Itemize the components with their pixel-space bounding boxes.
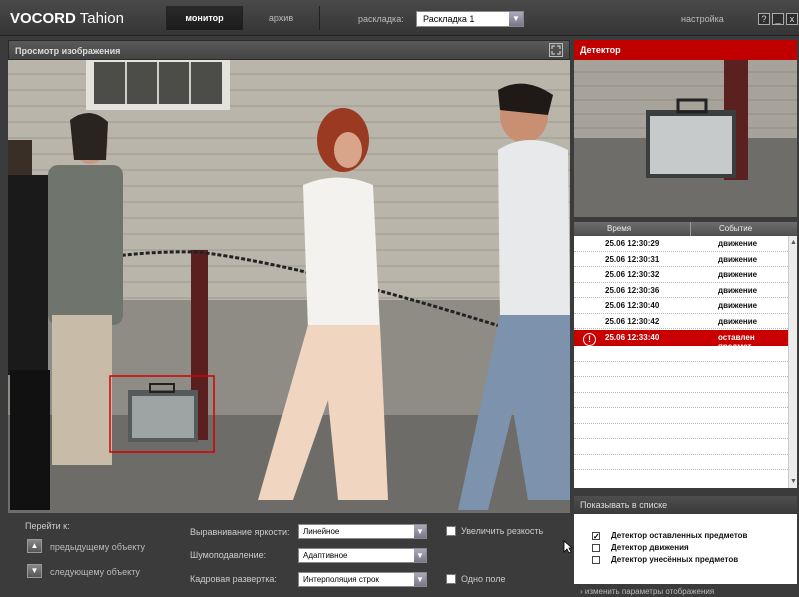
scroll-up-icon[interactable]: ▲	[789, 238, 797, 247]
single-field-checkbox[interactable]	[446, 574, 456, 584]
show-in-list-header: Показывать в списке	[574, 496, 797, 514]
table-row-empty	[574, 424, 788, 439]
top-bar: VOCORD Tahion монитор архив раскладка: Р…	[0, 0, 799, 36]
detector-panel-title: Детектор	[580, 45, 621, 55]
table-row-empty	[574, 393, 788, 408]
filter-label: Детектор унесённых предметов	[611, 555, 739, 564]
brand-name-light: Tahion	[79, 10, 124, 27]
scroll-down-icon[interactable]: ▼	[789, 477, 797, 486]
event-type: движение	[718, 285, 758, 295]
brightness-label: Выравнивание яркости:	[190, 527, 290, 537]
checkbox[interactable]	[592, 544, 600, 552]
arrow-up-icon: ▲	[30, 541, 39, 550]
table-row-empty	[574, 362, 788, 377]
filter-label: Детектор движения	[611, 543, 689, 552]
checkbox[interactable]	[592, 556, 600, 564]
event-table-scrollbar[interactable]: ▲ ▼	[788, 236, 797, 488]
event-time: 25.06 12:30:32	[605, 270, 660, 279]
show-in-list-title: Показывать в списке	[580, 500, 668, 510]
frame-scan-label: Кадровая развертка:	[190, 574, 277, 584]
event-time: 25.06 12:30:29	[605, 239, 660, 248]
event-type: движение	[718, 316, 758, 326]
column-header-event[interactable]: Событие	[719, 224, 752, 233]
table-row-empty	[574, 455, 788, 470]
arrow-down-icon: ▼	[30, 566, 39, 575]
help-button[interactable]: ?	[758, 13, 770, 25]
chevron-down-icon: ▼	[414, 549, 426, 562]
table-row[interactable]: 25.06 12:30:31 движение	[574, 252, 788, 267]
event-table-header: Время Событие	[574, 222, 797, 236]
frame-scan-select-value: Интерполяция строк	[303, 575, 379, 584]
event-type: движение	[718, 301, 758, 310]
camera-video-view[interactable]	[8, 60, 570, 513]
video-panel-header: Просмотр изображения	[8, 40, 570, 60]
table-row[interactable]: 25.06 12:30:42 движение	[574, 314, 788, 329]
table-row-alert[interactable]: 25.06 12:33:40 оставлен предмет	[574, 330, 788, 351]
change-display-params-link[interactable]: › изменить параметры отображения	[580, 587, 714, 596]
event-type: движение	[718, 239, 758, 248]
prev-object-label[interactable]: предыдущему объекту	[50, 542, 145, 552]
sharpness-checkbox[interactable]	[446, 526, 456, 536]
event-type: движение	[718, 270, 758, 279]
table-row[interactable]: 25.06 12:30:32 движение	[574, 267, 788, 283]
table-row-empty	[574, 346, 788, 362]
single-field-label: Одно поле	[461, 574, 506, 584]
tab-monitor[interactable]: монитор	[166, 6, 242, 30]
alert-icon: !	[583, 333, 596, 346]
sharpness-label: Увеличить резкость	[461, 526, 544, 536]
event-time: 25.06 12:30:42	[605, 316, 660, 326]
event-time: 25.06 12:30:36	[605, 285, 660, 295]
column-divider	[690, 222, 691, 236]
video-panel-title: Просмотр изображения	[15, 46, 121, 56]
checkbox-checked[interactable]: ✓	[592, 532, 600, 541]
event-type: движение	[718, 254, 758, 264]
brand-name-bold: VOCORD	[10, 10, 76, 27]
settings-link[interactable]: настройка	[681, 14, 724, 24]
table-row-empty	[574, 377, 788, 393]
detector-panel-header: Детектор	[574, 40, 797, 60]
noise-reduction-select[interactable]: Адаптивное ▼	[298, 548, 427, 563]
event-time: 25.06 12:30:40	[605, 301, 660, 310]
table-row[interactable]: 25.06 12:30:36 движение	[574, 283, 788, 298]
mouse-cursor-icon	[563, 540, 573, 554]
tab-archive[interactable]: архив	[242, 6, 320, 30]
table-row[interactable]: 25.06 12:30:40 движение	[574, 298, 788, 314]
next-object-label[interactable]: следующему объекту	[50, 567, 140, 577]
next-object-button[interactable]: ▼	[27, 564, 42, 578]
event-time: 25.06 12:33:40	[605, 333, 660, 342]
table-row-empty	[574, 439, 788, 455]
layout-label: раскладка:	[358, 14, 404, 24]
close-button[interactable]: x	[786, 13, 798, 25]
show-in-list-options: ✓ Детектор оставленных предметов Детекто…	[574, 514, 797, 584]
chevron-down-icon: ▼	[414, 573, 426, 586]
table-row[interactable]: 25.06 12:30:29 движение	[574, 236, 788, 252]
app-window: VOCORD Tahion монитор архив раскладка: Р…	[0, 0, 799, 597]
prev-object-button[interactable]: ▲	[27, 539, 42, 553]
detector-snapshot	[574, 60, 797, 217]
layout-select[interactable]: Раскладка 1 ▼	[416, 11, 524, 27]
video-controls: Перейти к: ▲ предыдущему объекту ▼ следу…	[8, 516, 570, 594]
event-time: 25.06 12:30:31	[605, 254, 660, 264]
fullscreen-icon[interactable]	[549, 43, 563, 57]
brightness-select-value: Линейное	[303, 527, 340, 536]
event-table: Время Событие 25.06 12:30:29 движение 25…	[574, 222, 797, 488]
goto-label: Перейти к:	[25, 521, 70, 531]
filter-label: Детектор оставленных предметов	[611, 531, 748, 540]
layout-select-value: Раскладка 1	[423, 14, 475, 24]
noise-reduction-label: Шумоподавление:	[190, 550, 267, 560]
minimize-button[interactable]: _	[772, 13, 784, 25]
frame-scan-select[interactable]: Интерполяция строк ▼	[298, 572, 427, 587]
noise-reduction-select-value: Адаптивное	[303, 551, 348, 560]
table-row-empty	[574, 408, 788, 424]
chevron-down-icon: ▼	[509, 12, 523, 26]
column-header-time[interactable]: Время	[607, 224, 631, 233]
brightness-select[interactable]: Линейное ▼	[298, 524, 427, 539]
chevron-down-icon: ▼	[414, 525, 426, 538]
brand-logo: VOCORD Tahion	[10, 10, 124, 27]
